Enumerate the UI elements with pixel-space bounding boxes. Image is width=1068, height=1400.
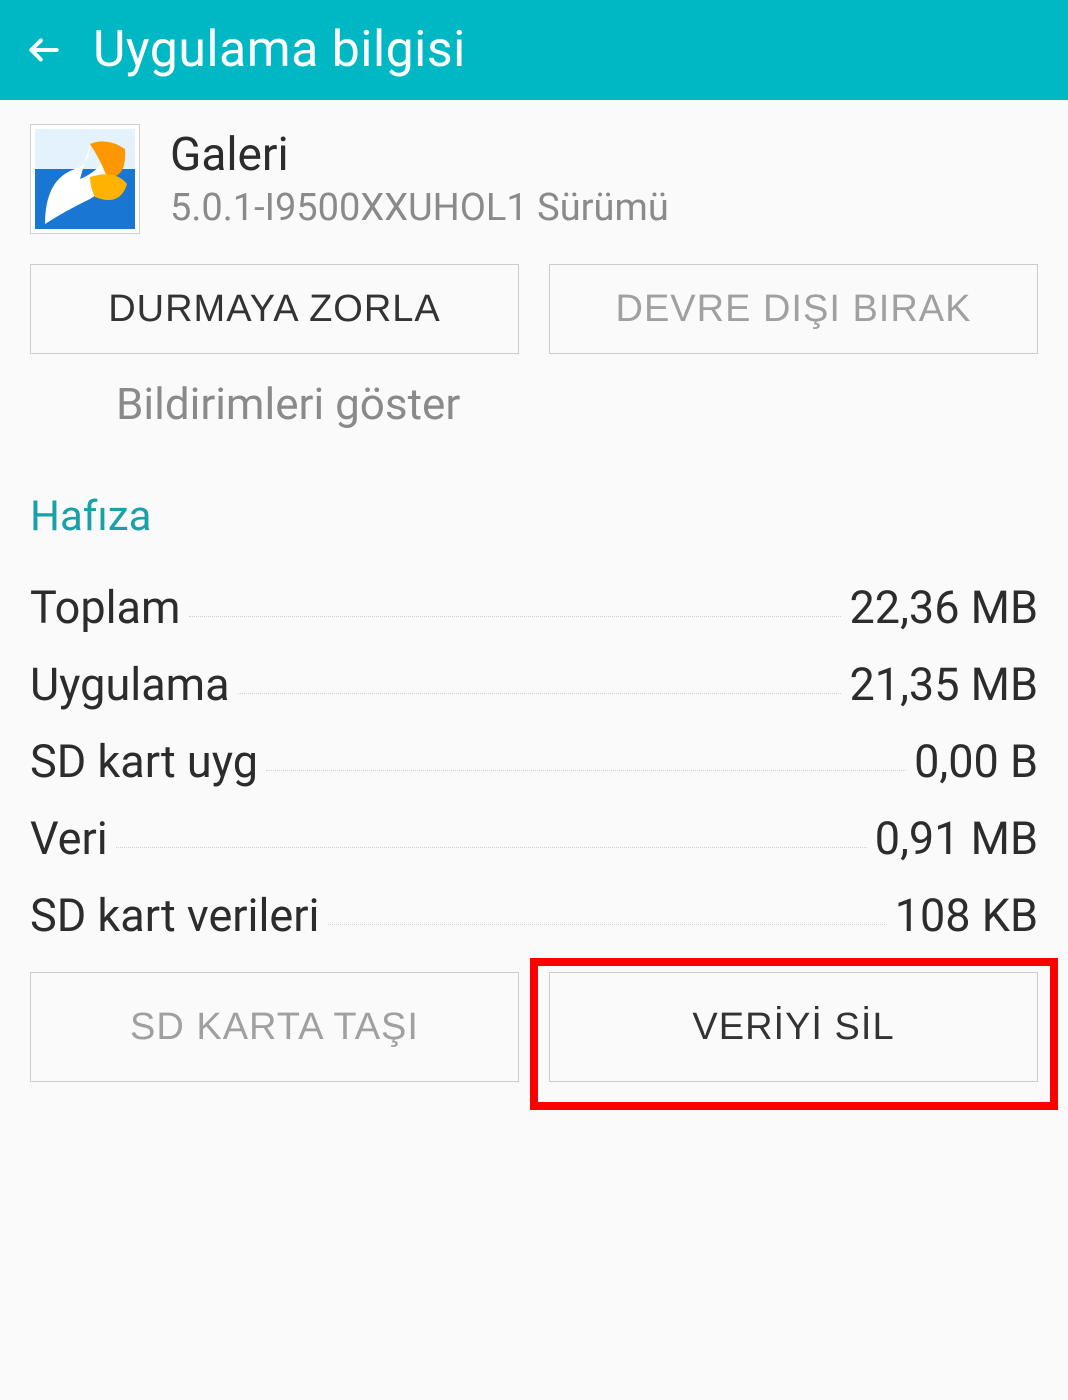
bottom-button-row: SD KARTA TAŞI VERİYİ SİL — [0, 962, 1068, 1092]
stat-value: 108 KB — [895, 889, 1038, 942]
stat-value: 22,36 MB — [849, 581, 1038, 634]
app-header: Uygulama bilgisi — [0, 0, 1068, 100]
stat-row: Uygulama 21,35 MB — [30, 646, 1038, 723]
stat-label: SD kart uyg — [30, 735, 258, 788]
stat-row: SD kart verileri 108 KB — [30, 877, 1038, 954]
show-notifications-checkbox[interactable] — [30, 376, 86, 432]
stat-fill — [328, 924, 887, 925]
memory-stats-list: Toplam 22,36 MB Uygulama 21,35 MB SD kar… — [0, 561, 1068, 962]
delete-data-button[interactable]: VERİYİ SİL — [549, 972, 1038, 1082]
stat-fill — [266, 770, 906, 771]
stat-label: Uygulama — [30, 658, 230, 711]
force-stop-button[interactable]: DURMAYA ZORLA — [30, 264, 519, 354]
stat-row: SD kart uyg 0,00 B — [30, 723, 1038, 800]
stat-label: Toplam — [30, 581, 181, 634]
arrow-left-icon — [25, 31, 63, 69]
stat-value: 21,35 MB — [849, 658, 1038, 711]
app-info-row: Galeri 5.0.1-I9500XXUHOL1 Sürümü — [0, 100, 1068, 254]
app-text-block: Galeri 5.0.1-I9500XXUHOL1 Sürümü — [170, 128, 669, 230]
stat-row: Veri 0,91 MB — [30, 800, 1038, 877]
show-notifications-row[interactable]: Bildirimleri göster — [0, 364, 1068, 462]
stat-fill — [238, 693, 842, 694]
disable-button[interactable]: DEVRE DIŞI BIRAK — [549, 264, 1038, 354]
app-name: Galeri — [170, 128, 669, 182]
stat-fill — [116, 847, 867, 848]
stat-value: 0,00 B — [914, 735, 1038, 788]
move-to-sd-button[interactable]: SD KARTA TAŞI — [30, 972, 519, 1082]
app-icon — [30, 124, 140, 234]
stat-label: Veri — [30, 812, 108, 865]
stat-label: SD kart verileri — [30, 889, 320, 942]
top-button-row: DURMAYA ZORLA DEVRE DIŞI BIRAK — [0, 254, 1068, 364]
stat-fill — [189, 616, 842, 617]
show-notifications-label: Bildirimleri göster — [116, 378, 460, 430]
gallery-icon — [35, 129, 135, 229]
app-version: 5.0.1-I9500XXUHOL1 Sürümü — [170, 186, 669, 230]
page-title: Uygulama bilgisi — [93, 21, 466, 79]
stat-row: Toplam 22,36 MB — [30, 569, 1038, 646]
back-button[interactable] — [20, 26, 68, 74]
stat-value: 0,91 MB — [875, 812, 1038, 865]
memory-section-title: Hafıza — [0, 462, 1068, 561]
